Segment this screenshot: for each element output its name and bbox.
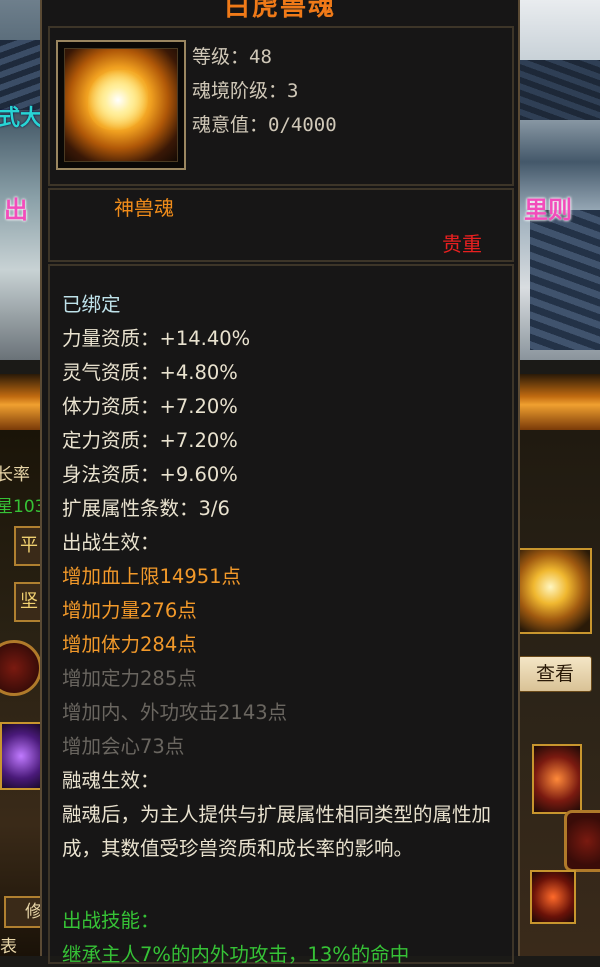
quality-label: 贵重 [442,232,482,256]
stat-line: 增加会心73点 [62,735,185,758]
stat-line: 扩展属性条数：3/6 [62,497,230,520]
stat-line: 身法资质：+9.60% [62,463,238,486]
scene-fragment-pink-left: 出 [4,196,28,224]
level-text: 等级：48 [192,46,272,68]
left-text-star: 星103 [0,497,46,517]
stat-line: 定力资质：+7.20% [62,429,238,452]
view-button[interactable]: 查看 [518,656,592,692]
top-bar-right [516,374,600,430]
stat-line: 增加血上限14951点 [62,565,242,588]
left-button-3[interactable]: 修 [4,896,44,928]
right-icon-1[interactable] [532,744,582,814]
left-text-bottom: 表 [0,937,17,956]
stat-line: 出战生效： [62,531,160,554]
left-text-growth: 长率 [0,465,30,485]
roof-right [516,60,600,120]
pet-soul-thumbnail[interactable] [516,548,592,634]
skill-icon-left[interactable] [0,722,42,790]
stat-line: 增加定力285点 [62,667,197,690]
soul-value-text: 魂意值：0/4000 [192,114,337,136]
stat-line: 灵气资质：+4.80% [62,361,238,384]
stat-line: 融魂生效： [62,769,160,792]
soul-portrait [56,40,186,170]
battle-skill-label: 出战技能： [62,909,160,932]
right-icon-3[interactable] [530,870,576,924]
stat-line: 增加体力284点 [62,633,197,656]
category-label: 神兽魂 [114,196,174,220]
stat-line: 增加力量276点 [62,599,197,622]
battle-skill-description: 继承主人7%的内外功攻击，13%的命中 [62,943,410,966]
scene-fragment-pink-right: 里则 [524,196,572,224]
flame-icon [88,70,148,130]
roof-right-lower [530,210,600,350]
item-tooltip: 白虎兽魂 等级：48 魂境阶级：3 魂意值：0/4000 神兽魂 贵重 已绑定 … [40,0,520,966]
scene-fragment-cyan: 式大 [0,106,43,131]
fusion-description: 融魂后，为主人提供与扩展属性相同类型的属性加成，其数值受珍兽资质和成长率的影响。 [62,803,492,860]
right-icon-2[interactable] [564,810,600,872]
stat-line: 力量资质：+14.40% [62,327,251,350]
soul-stage-text: 魂境阶级：3 [192,80,299,102]
stat-line: 体力资质：+7.20% [62,395,238,418]
tooltip-title: 白虎兽魂 [223,0,336,22]
top-bar-left [0,374,44,430]
stat-line: 增加内、外功攻击2143点 [62,701,288,724]
bound-status: 已绑定 [62,293,121,316]
